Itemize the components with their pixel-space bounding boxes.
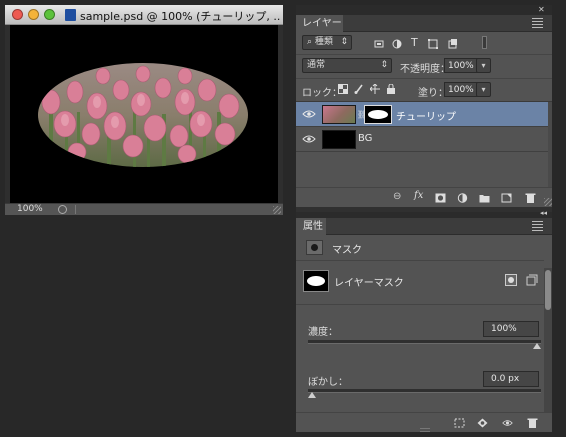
adjustment-layer-icon[interactable] — [457, 193, 468, 203]
properties-scrollbar[interactable] — [544, 268, 552, 414]
pixel-layer-filter-icon[interactable] — [374, 39, 384, 49]
adjustment-layer-filter-icon[interactable] — [392, 39, 402, 49]
lock-all-icon[interactable] — [386, 84, 396, 94]
shape-layer-filter-icon[interactable] — [428, 39, 438, 49]
blend-mode-dropdown[interactable]: 通常 ⇕ — [302, 58, 392, 73]
close-window-button[interactable] — [12, 9, 23, 20]
filter-toggle-switch[interactable] — [482, 36, 487, 49]
density-label: 濃度： — [308, 327, 338, 338]
new-group-folder-icon[interactable] — [479, 193, 490, 203]
tab-properties[interactable]: 属性 — [296, 218, 326, 235]
toggle-mask-visibility-eye-icon[interactable] — [502, 418, 513, 428]
mask-ellipse-shape — [368, 110, 388, 119]
panel-menu-icon[interactable] — [532, 18, 543, 28]
mask-section-icon — [306, 240, 323, 255]
feather-slider-track[interactable] — [308, 389, 541, 393]
opacity-label: 不透明度： — [400, 64, 450, 75]
delete-mask-trash-icon[interactable] — [527, 418, 538, 428]
layer-style-fx-icon[interactable]: fx — [414, 190, 423, 201]
link-layers-icon[interactable]: ⊖ — [393, 191, 401, 202]
properties-tabbar: 属性 — [296, 218, 552, 235]
divider — [296, 54, 552, 55]
layer-mask-label: レイヤーマスク — [334, 278, 404, 289]
feather-input[interactable]: 0.0 px — [483, 371, 539, 387]
fill-chevron-icon[interactable]: ▾ — [476, 82, 491, 97]
tab-layers[interactable]: レイヤー — [296, 15, 343, 32]
zoom-window-button[interactable] — [44, 9, 55, 20]
filter-kind-dropdown[interactable]: ⌕ 種類 ⇕ — [302, 35, 352, 50]
divider — [296, 78, 552, 79]
masked-tulip-image — [38, 63, 248, 167]
document-title: sample.psd @ 100% (チューリップ, ... — [80, 10, 280, 23]
blend-mode-value: 通常 — [307, 60, 326, 70]
divider — [296, 304, 544, 305]
new-layer-icon[interactable] — [501, 193, 512, 203]
psd-file-icon — [65, 9, 76, 21]
filter-kind-label: 種類 — [314, 37, 333, 47]
divider — [296, 260, 544, 261]
collapse-panel-icon[interactable]: ◂◂ — [540, 209, 547, 217]
document-titlebar[interactable]: sample.psd @ 100% (チューリップ, ... — [5, 5, 283, 25]
layer-thumbnail[interactable] — [322, 105, 356, 124]
status-info-icon[interactable] — [58, 205, 67, 214]
layer-mask-thumbnail — [303, 270, 329, 292]
feather-slider-thumb[interactable] — [308, 392, 316, 398]
add-vector-mask-icon[interactable] — [526, 274, 538, 286]
layer-mask-thumbnail[interactable] — [364, 105, 392, 124]
resize-grip-icon[interactable] — [544, 198, 552, 206]
load-selection-icon[interactable] — [454, 418, 465, 428]
lock-pixels-brush-icon[interactable] — [354, 84, 364, 94]
document-canvas[interactable] — [10, 25, 278, 203]
layers-footer: ⊖ fx — [296, 187, 552, 207]
add-mask-icon[interactable] — [435, 193, 446, 203]
mask-dot-shape — [311, 244, 318, 251]
status-divider — [75, 205, 76, 214]
layer-name[interactable]: チューリップ — [396, 108, 456, 123]
layer-row-tulip[interactable]: ⛓ チューリップ — [296, 102, 548, 127]
panel-resize-grip[interactable] — [420, 428, 430, 432]
density-input[interactable]: 100% — [483, 321, 539, 337]
lock-transparency-icon[interactable] — [338, 84, 348, 94]
layers-panel: ✕ レイヤー ⌕ 種類 ⇕ T 通常 ⇕ 不透明度： 100% ▾ ロック： 塗り：… — [296, 5, 552, 207]
visibility-eye-icon[interactable] — [302, 135, 316, 143]
feather-label: ぼかし： — [308, 377, 348, 388]
panel-menu-icon[interactable] — [532, 221, 543, 231]
resize-grip-icon[interactable] — [273, 206, 281, 214]
select-pixel-mask-icon[interactable] — [505, 274, 517, 286]
density-slider-track[interactable] — [308, 340, 541, 344]
document-window: sample.psd @ 100% (チューリップ, ... 100% — [5, 5, 283, 215]
trash-icon[interactable] — [525, 193, 536, 203]
scrollbar-thumb[interactable] — [545, 270, 551, 310]
opacity-chevron-icon[interactable]: ▾ — [476, 58, 491, 73]
panel-header-bar: ✕ — [296, 5, 552, 15]
panel-close-icon[interactable]: ✕ — [538, 5, 545, 14]
layer-row-bg[interactable]: BG — [296, 127, 548, 152]
zoom-level-field[interactable]: 100% — [17, 204, 43, 214]
filter-search-icon: ⌕ — [307, 37, 315, 47]
lock-position-move-icon[interactable] — [370, 84, 380, 94]
layer-name[interactable]: BG — [358, 133, 372, 144]
chevron-updown-icon: ⇕ — [340, 37, 348, 47]
minimize-window-button[interactable] — [28, 9, 39, 20]
layers-tabbar: レイヤー — [296, 15, 552, 32]
chevron-updown-icon: ⇕ — [380, 60, 388, 70]
smart-object-filter-icon[interactable] — [448, 39, 458, 49]
visibility-eye-icon[interactable] — [302, 110, 316, 118]
layers-scrollbar[interactable] — [548, 102, 552, 187]
mask-ellipse-shape — [307, 276, 325, 286]
properties-panel: ◂◂ 属性 マスク レイヤーマスク 濃度： 100% ぼかし： 0.0 px — [296, 209, 552, 432]
document-statusbar: 100% — [5, 203, 283, 215]
apply-mask-icon[interactable] — [477, 418, 488, 428]
section-title: マスク — [332, 245, 362, 256]
type-layer-filter-icon[interactable]: T — [411, 36, 418, 49]
lock-label: ロック： — [302, 88, 342, 99]
density-slider-thumb[interactable] — [533, 343, 541, 349]
layer-thumbnail[interactable] — [322, 130, 356, 149]
